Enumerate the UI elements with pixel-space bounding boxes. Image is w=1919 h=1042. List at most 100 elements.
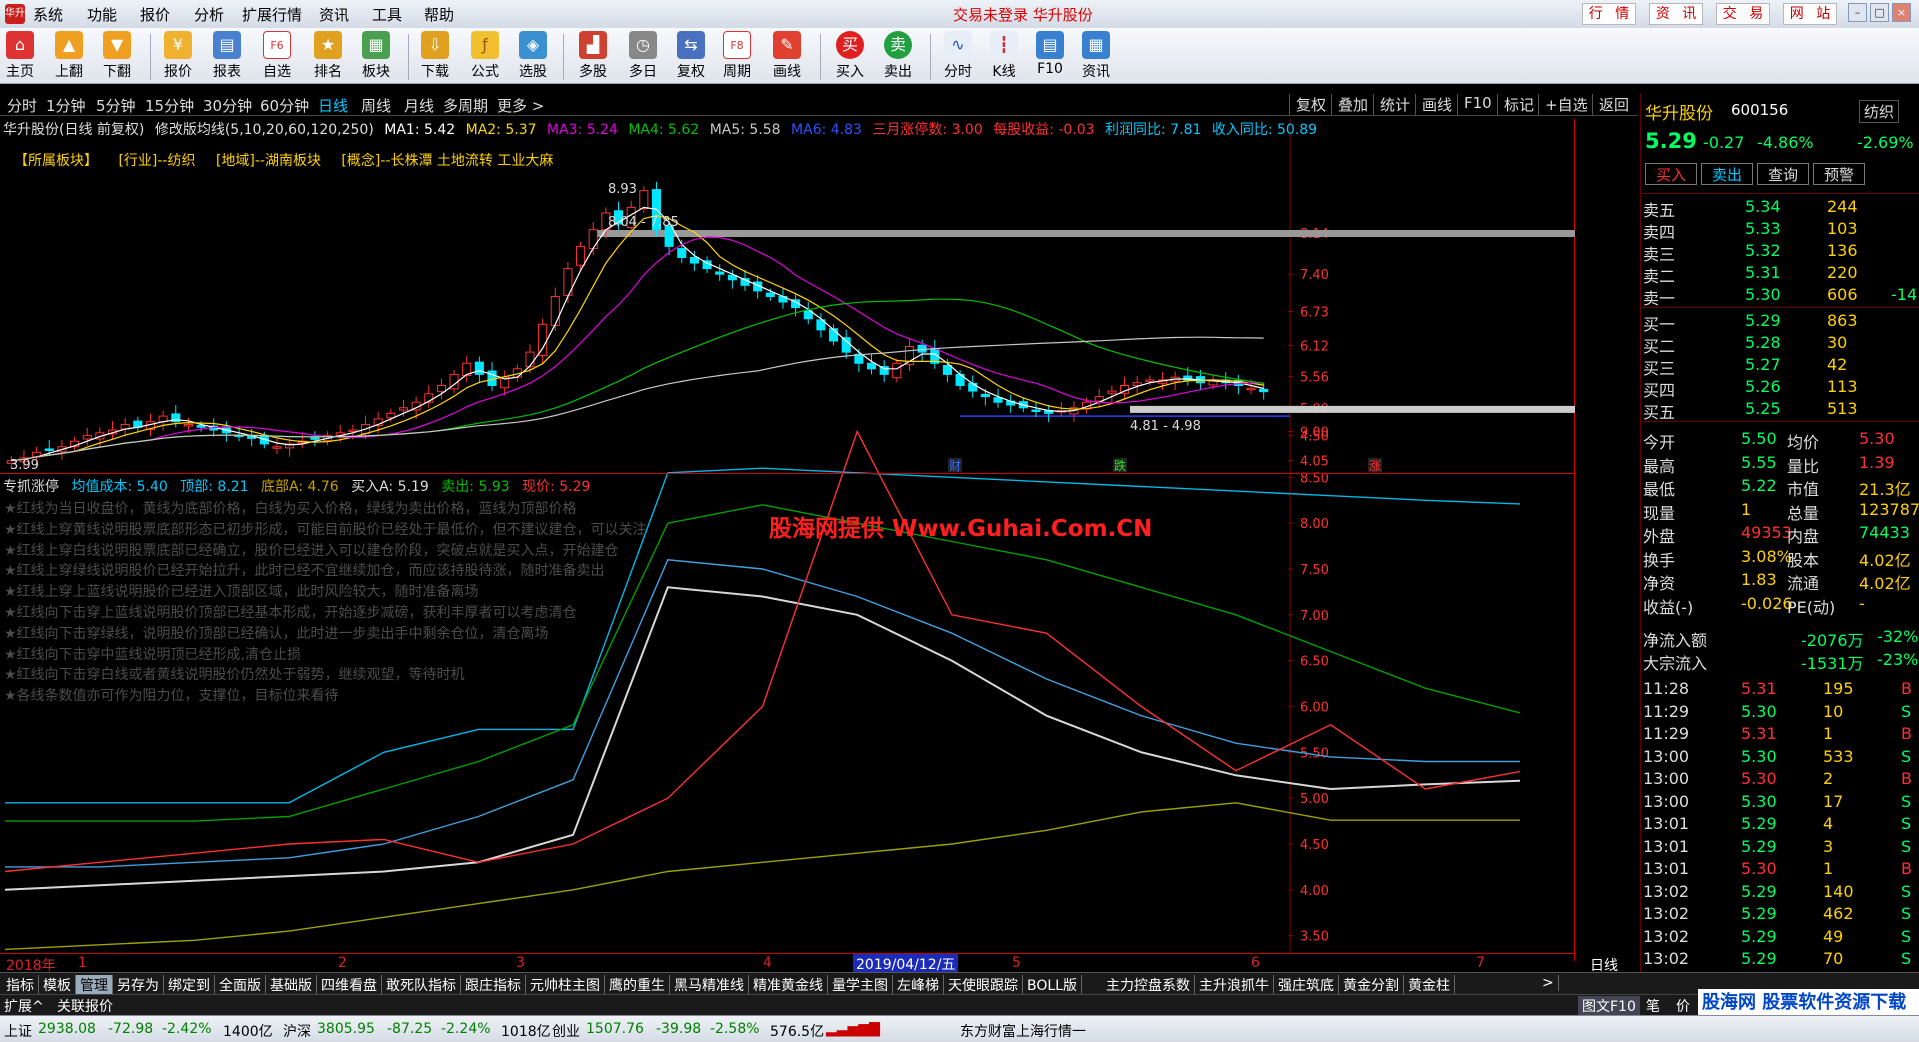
menu-help[interactable]: 帮助 <box>424 4 454 25</box>
indicator-tab[interactable]: 黄金柱 <box>1404 975 1455 995</box>
period-tab-intraday[interactable]: 分时 <box>7 95 37 116</box>
industry-tag[interactable]: 纺织 <box>1859 100 1900 123</box>
indicator-tab[interactable]: 量学主图 <box>828 975 893 995</box>
query-button[interactable]: 查询 <box>1757 163 1809 185</box>
draw-line-button[interactable]: ✎ 画线 <box>764 31 810 81</box>
back-toggle[interactable]: 返回 <box>1592 94 1635 115</box>
indicator-tab[interactable]: 模板 <box>39 975 76 995</box>
indicator-name[interactable]: 修改版均线(5,10,20,60,120,250) <box>155 122 374 138</box>
adjust-button[interactable]: ⇆ 复权 <box>668 31 714 81</box>
period-button[interactable]: F8 周期 <box>714 31 760 81</box>
minimize-icon[interactable]: – <box>1848 3 1867 22</box>
quick-sell-button[interactable]: 卖出 <box>1701 163 1753 185</box>
menu-extended[interactable]: 扩展行情 <box>242 4 302 25</box>
quote-button[interactable]: 行 情 <box>1582 3 1636 25</box>
report-button[interactable]: ▤ 报表 <box>204 31 250 81</box>
indicator-tab[interactable]: 四维看盘 <box>317 975 382 995</box>
alert-button[interactable]: 预警 <box>1813 163 1865 185</box>
sector-button[interactable]: ▦ 板块 <box>353 31 399 81</box>
menu-analysis[interactable]: 分析 <box>194 4 224 25</box>
indicator-tab[interactable]: 另存为 <box>113 975 164 995</box>
trade-button[interactable]: 交 易 <box>1716 3 1770 25</box>
stats-toggle[interactable]: 统计 <box>1373 94 1416 115</box>
indicator-tab[interactable]: 精准黄金线 <box>749 975 828 995</box>
sh-label[interactable]: 上证 <box>4 1021 32 1041</box>
kline-button[interactable]: ┇ K线 <box>981 31 1027 81</box>
period-tab-15min[interactable]: 15分钟 <box>145 95 194 116</box>
formula-button[interactable]: ƒ 公式 <box>462 31 508 81</box>
expand-tab[interactable]: 扩展^ <box>4 996 44 1016</box>
sector-industry[interactable]: [行业]--纺织 <box>118 153 195 169</box>
period-tab-daily[interactable]: 日线 <box>318 95 348 116</box>
overlay-toggle[interactable]: 叠加 <box>1331 94 1374 115</box>
quick-buy-button[interactable]: 买入 <box>1645 163 1697 185</box>
news-button[interactable]: 资 讯 <box>1649 3 1703 25</box>
f10-button[interactable]: ▤ F10 <box>1027 31 1073 77</box>
indicator-tab[interactable]: 主力控盘系数 <box>1102 975 1195 995</box>
indicator-tab[interactable]: 天使眼跟踪 <box>944 975 1023 995</box>
indicator-tab[interactable]: 管理 <box>76 975 113 995</box>
menu-tools[interactable]: 工具 <box>372 4 402 25</box>
intraday-button[interactable]: ∿ 分时 <box>935 31 981 81</box>
menu-system[interactable]: 系统 <box>33 4 63 25</box>
adjust-toggle[interactable]: 复权 <box>1289 94 1332 115</box>
indicator-tab[interactable]: 全面版 <box>215 975 266 995</box>
buy-button[interactable]: 买买入 <box>827 31 873 81</box>
quote-list-button[interactable]: ¥ 报价 <box>155 31 201 81</box>
add-watchlist-toggle[interactable]: +自选 <box>1538 94 1594 115</box>
ranking-button[interactable]: ★ 排名 <box>305 31 351 81</box>
indicator-tab[interactable]: 黄金分割 <box>1339 975 1404 995</box>
page-down-button[interactable]: ▼ 下翻 <box>94 31 140 81</box>
menu-function[interactable]: 功能 <box>87 4 117 25</box>
stock-picker-button[interactable]: ◈ 选股 <box>510 31 556 81</box>
period-tab-1min[interactable]: 1分钟 <box>46 95 86 116</box>
indicator-tab[interactable]: 元帅柱主图 <box>526 975 605 995</box>
period-tab-60min[interactable]: 60分钟 <box>260 95 309 116</box>
sector-concept[interactable]: [概念]--长株潭 土地流转 工业大麻 <box>341 153 553 169</box>
period-tab-monthly[interactable]: 月线 <box>404 95 434 116</box>
close-icon[interactable]: × <box>1892 3 1911 22</box>
sector-region[interactable]: [地域]--湖南板块 <box>216 153 321 169</box>
menu-news[interactable]: 资讯 <box>319 4 349 25</box>
sector-header[interactable]: 【所属板块】 <box>14 153 98 169</box>
period-tab-more[interactable]: 更多 > <box>497 95 544 116</box>
f10-text-tab[interactable]: 图文F10 <box>1578 996 1640 1016</box>
price-tab[interactable]: 价 <box>1676 996 1690 1016</box>
watchlist-button[interactable]: F6 自选 <box>254 31 300 81</box>
multi-day-button[interactable]: ◷ 多日 <box>620 31 666 81</box>
period-tab-weekly[interactable]: 周线 <box>361 95 391 116</box>
info-button[interactable]: ▦ 资讯 <box>1073 31 1119 81</box>
indicator-tab[interactable]: 绑定到 <box>164 975 215 995</box>
sub-indicator-name[interactable]: 专抓涨停 <box>3 479 59 495</box>
indicator-tab[interactable]: 鹰的重生 <box>605 975 670 995</box>
mark-toggle[interactable]: 标记 <box>1497 94 1540 115</box>
draw-toggle[interactable]: 画线 <box>1415 94 1458 115</box>
maximize-icon[interactable]: □ <box>1870 3 1889 22</box>
f10-toggle[interactable]: F10 <box>1457 94 1498 115</box>
period-tab-5min[interactable]: 5分钟 <box>96 95 136 116</box>
indicator-tab[interactable]: 左峰梯 <box>893 975 944 995</box>
period-tab-30min[interactable]: 30分钟 <box>203 95 252 116</box>
tab-scroll-right-icon[interactable]: > <box>1538 975 1559 991</box>
website-button[interactable]: 网 站 <box>1783 3 1837 25</box>
related-quote-tab[interactable]: 关联报价 <box>57 996 113 1016</box>
indicator-tab[interactable]: BOLL版 <box>1023 975 1082 995</box>
hs-label[interactable]: 沪深 <box>283 1021 311 1041</box>
indicator-tab[interactable]: 基础版 <box>266 975 317 995</box>
page-up-button[interactable]: ▲ 上翻 <box>46 31 92 81</box>
indicator-tab[interactable]: 跟庄指标 <box>461 975 526 995</box>
pane-divider[interactable] <box>0 473 1574 474</box>
download-button[interactable]: ⇩ 下载 <box>412 31 458 81</box>
indicator-tab[interactable]: 指标 <box>2 975 39 995</box>
home-button[interactable]: ⌂ 主页 <box>0 31 43 81</box>
menu-quote[interactable]: 报价 <box>140 4 170 25</box>
indicator-tab[interactable]: 主升浪抓牛 <box>1195 975 1274 995</box>
sell-button[interactable]: 卖卖出 <box>875 31 921 81</box>
indicator-tab[interactable]: 黑马精准线 <box>670 975 749 995</box>
multi-stock-button[interactable]: ▟ 多股 <box>570 31 616 81</box>
period-tab-multi[interactable]: 多周期 <box>443 95 488 116</box>
cy-label[interactable]: 创业 <box>552 1021 580 1041</box>
pen-tab[interactable]: 笔 <box>1646 996 1660 1016</box>
indicator-tab[interactable]: 敢死队指标 <box>382 975 461 995</box>
indicator-tab[interactable]: 强庄筑底 <box>1274 975 1339 995</box>
